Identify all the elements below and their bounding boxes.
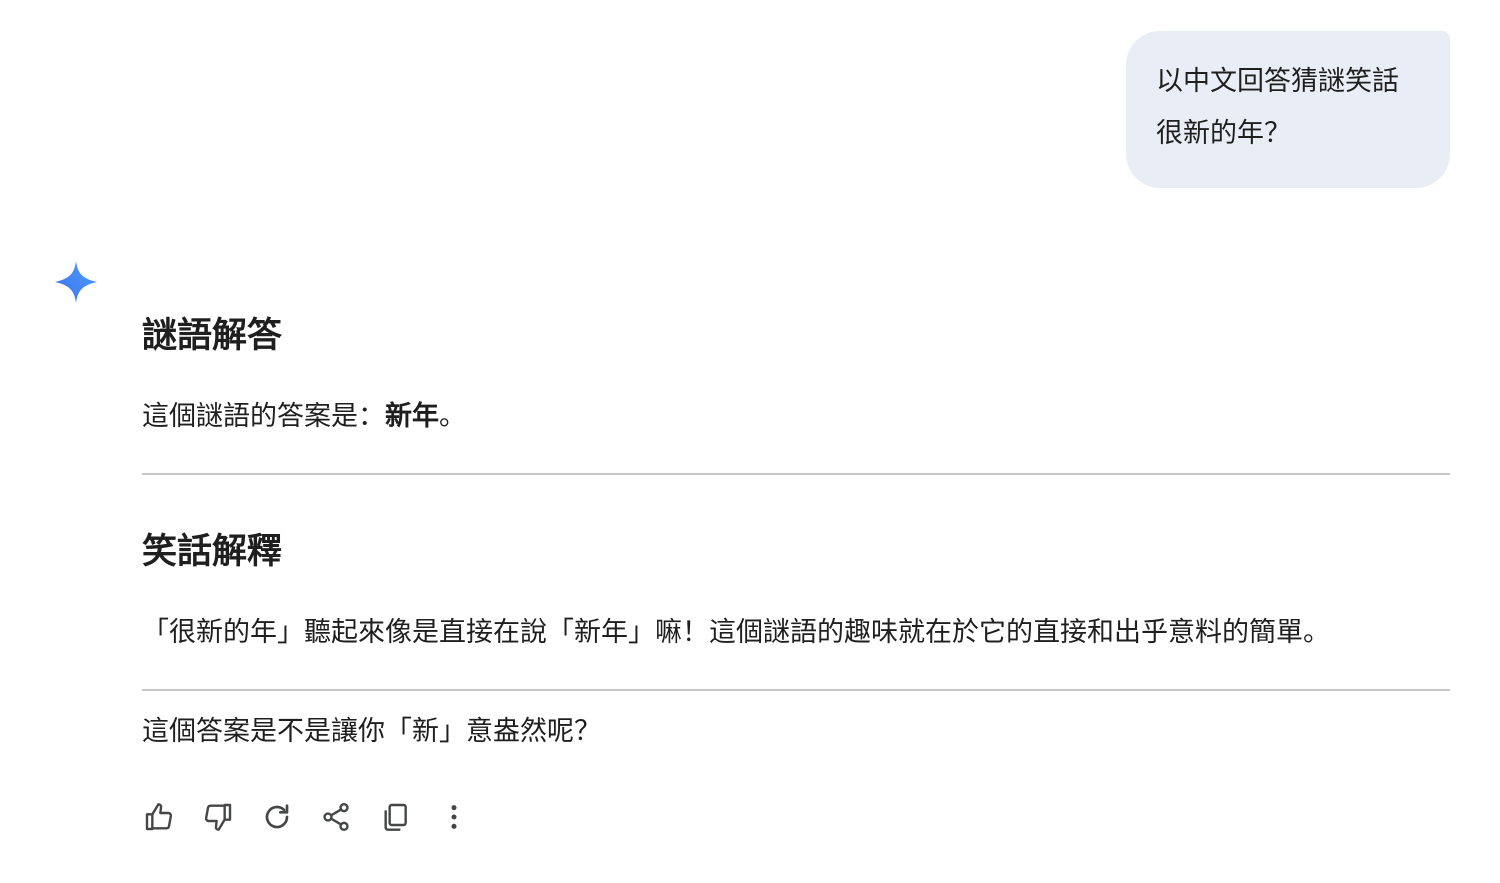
regenerate-icon[interactable] [260,800,294,834]
share-icon[interactable] [319,800,353,834]
answer-text-before: 這個謎語的答案是： [142,401,385,432]
explanation-paragraph: 「很新的年」聽起來像是直接在說「新年」嘛！這個謎語的趣味就在於它的直接和出乎意料… [142,617,1330,648]
more-options-icon[interactable] [437,800,471,834]
answer-paragraph: 這個謎語的答案是：新年。 [142,397,466,437]
answer-text-after: 。 [439,401,466,432]
section-heading-explanation: 笑話解釋 [142,532,283,572]
user-message-line-2: 很新的年？ [1156,118,1291,149]
gemini-spark-icon [53,259,99,305]
closing-paragraph: 這個答案是不是讓你「新」意盎然呢？ [142,716,601,747]
thumbs-up-icon[interactable] [142,800,176,834]
user-message-line-1: 以中文回答猜謎笑話 [1156,66,1399,97]
divider [142,473,1450,475]
thumbs-down-icon[interactable] [201,800,235,834]
copy-icon[interactable] [378,800,412,834]
answer-bold: 新年 [385,401,439,432]
section-heading-answer: 謎語解答 [142,316,283,356]
chat-page: 以中文回答猜謎笑話 很新的年？ 謎語解答 這個謎語的答案是：新年。 笑話解釋 「… [0,0,1500,883]
response-actions-bar [142,797,496,837]
user-message-bubble: 以中文回答猜謎笑話 很新的年？ [1126,31,1450,188]
divider [142,689,1450,691]
